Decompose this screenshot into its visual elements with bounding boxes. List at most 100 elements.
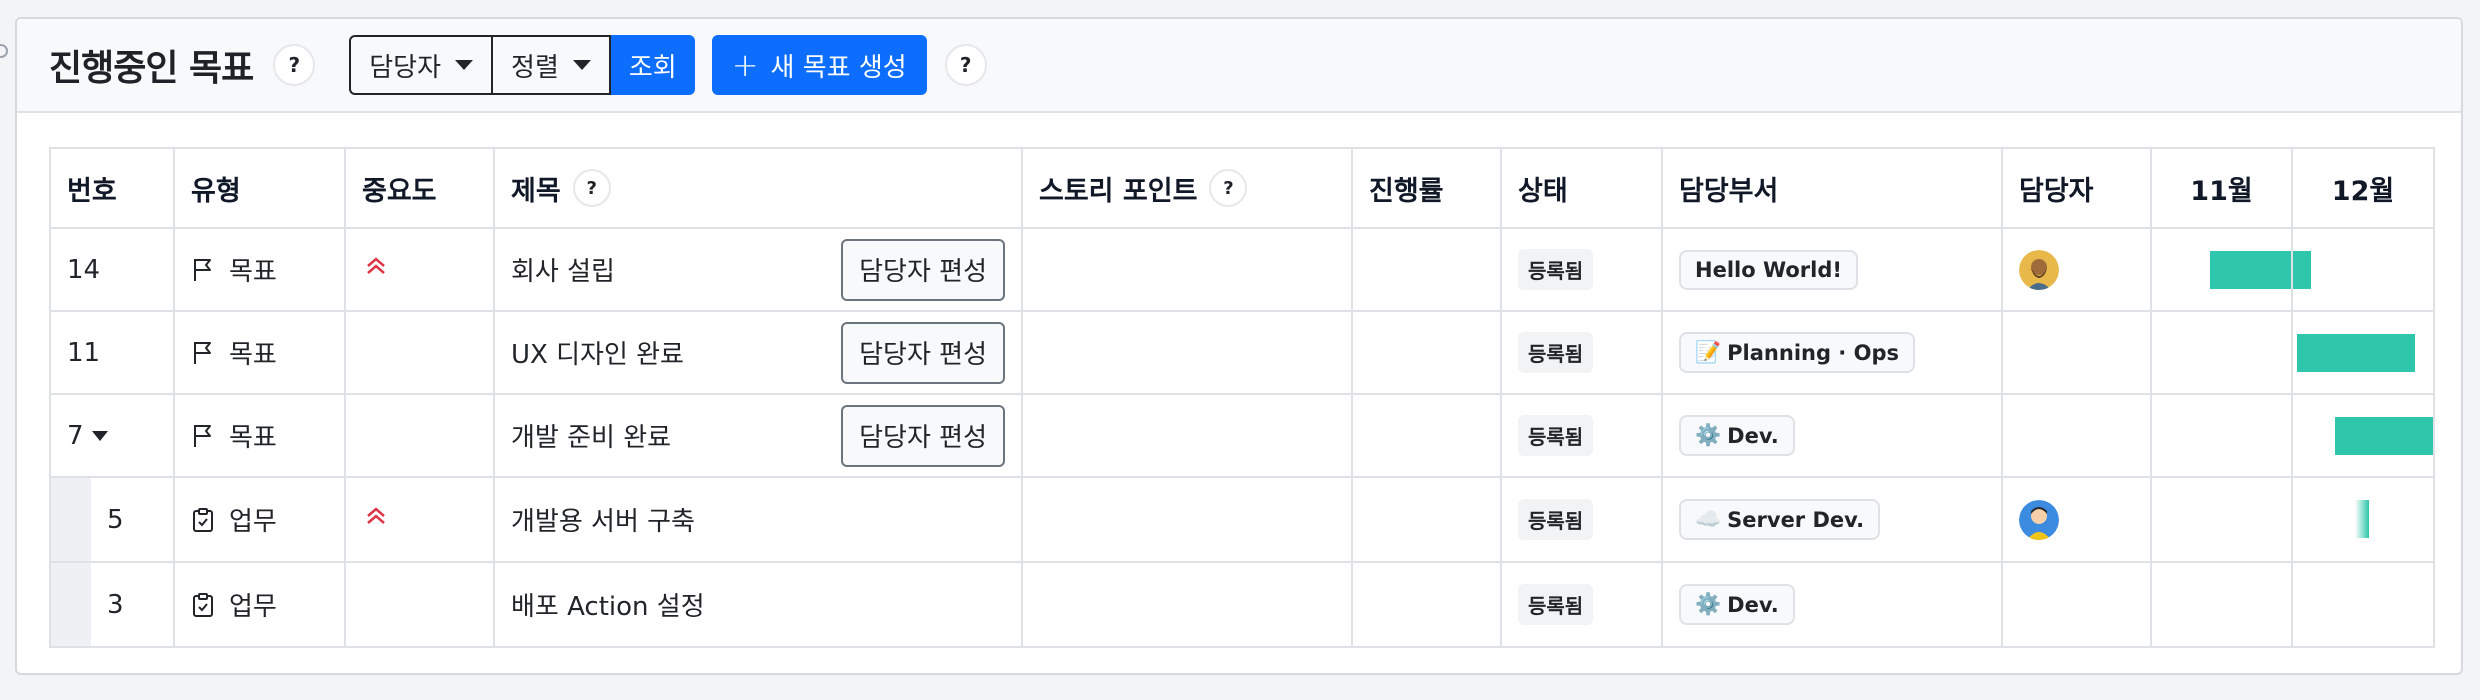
gantt-bar[interactable]: [2294, 251, 2311, 289]
flag-icon: [194, 258, 211, 281]
goals-panel: 진행중인 목표 ? 담당자 정렬 조회 + 새 목표 생성 ? 번호 유형 중요…: [15, 17, 2463, 675]
row-progress: [1351, 227, 1502, 312]
avatar[interactable]: [2019, 499, 2059, 540]
row-title-text[interactable]: 개발용 서버 구축: [511, 501, 695, 538]
department-badge[interactable]: ⚙️ Dev.: [1679, 415, 1795, 456]
gantt-bar[interactable]: [2335, 417, 2432, 455]
row-assignee: [2001, 310, 2152, 395]
row-title-text[interactable]: UX 디자인 완료: [511, 334, 684, 371]
department-label: Dev.: [1727, 423, 1779, 448]
row-priority: [344, 227, 495, 312]
gantt-cell-nov: [2150, 310, 2293, 395]
new-goal-button-label: 새 목표 생성: [770, 52, 907, 83]
row-assignee: [2001, 227, 2152, 312]
col-header-story-points-label: 스토리 포인트: [1039, 175, 1198, 207]
row-priority: [344, 561, 495, 648]
gantt-cell-dec: [2291, 227, 2435, 312]
status-badge: 등록됨: [1518, 584, 1594, 625]
title-help-icon[interactable]: ?: [273, 44, 316, 86]
col-header-priority[interactable]: 중요도: [344, 147, 495, 229]
department-badge[interactable]: ⚙️ Dev.: [1679, 584, 1795, 625]
row-story-points: [1021, 310, 1353, 395]
row-department: ☁️ Server Dev.: [1661, 476, 2003, 563]
row-priority: [344, 476, 495, 563]
row-type: 목표: [173, 393, 346, 478]
row-progress: [1351, 476, 1502, 563]
gantt-cell-dec: [2291, 476, 2435, 563]
gantt-cell-nov: [2150, 227, 2293, 312]
assignee-dropdown[interactable]: 담당자: [349, 35, 494, 95]
edit-assignee-button[interactable]: 담당자 편성: [841, 404, 1005, 467]
col-header-month-2: 12월: [2291, 147, 2435, 229]
double-chevron-up-icon: [367, 507, 385, 524]
gantt-bar[interactable]: [2297, 334, 2415, 372]
row-title: 배포 Action 설정: [493, 561, 1023, 648]
row-priority: [344, 310, 495, 395]
table-row[interactable]: 7 목표 개발 준비 완료 담당자 편성 등록됨 ⚙️ Dev.: [49, 393, 2435, 478]
panel-header: 진행중인 목표 ? 담당자 정렬 조회 + 새 목표 생성 ?: [17, 19, 2461, 113]
story-points-help-icon[interactable]: ?: [1209, 169, 1248, 207]
department-badge[interactable]: 📝 Planning · Ops: [1679, 332, 1915, 373]
chevron-down-icon: [455, 60, 474, 70]
col-header-progress[interactable]: 진행률: [1351, 147, 1502, 229]
row-status: 등록됨: [1500, 393, 1663, 478]
table-row[interactable]: 11 목표 UX 디자인 완료 담당자 편성 등록됨 �: [49, 310, 2435, 395]
table-row[interactable]: 5 업무 개발용 서버 구축 등록됨 ☁️ Server Dev.: [49, 476, 2435, 563]
table-row[interactable]: 14 목표 회사 설립 담당자 편성 등록됨 Hello World!: [49, 227, 2435, 312]
row-number: 14: [49, 227, 175, 312]
col-header-type[interactable]: 유형: [173, 147, 346, 229]
col-header-story-points[interactable]: 스토리 포인트 ?: [1021, 147, 1353, 229]
department-badge[interactable]: Hello World!: [1679, 249, 1858, 290]
row-story-points: [1021, 393, 1353, 478]
child-indent: [51, 563, 91, 646]
avatar[interactable]: [2019, 249, 2059, 290]
department-badge[interactable]: ☁️ Server Dev.: [1679, 499, 1881, 540]
row-department: ⚙️ Dev.: [1661, 393, 2003, 478]
row-title-text[interactable]: 배포 Action 설정: [511, 586, 705, 623]
row-type-label: 목표: [229, 340, 277, 370]
col-header-number[interactable]: 번호: [49, 147, 175, 229]
row-assignee: [2001, 561, 2152, 648]
expand-caret-icon[interactable]: [91, 430, 108, 441]
title-col-help-icon[interactable]: ?: [572, 169, 611, 207]
new-goal-button[interactable]: + 새 목표 생성: [711, 35, 927, 95]
gantt-bar[interactable]: [2210, 251, 2290, 289]
edit-assignee-button[interactable]: 담당자 편성: [841, 321, 1005, 384]
row-title-text[interactable]: 회사 설립: [511, 251, 615, 288]
col-header-department[interactable]: 담당부서: [1661, 147, 2003, 229]
gantt-cell-dec: [2291, 393, 2435, 478]
row-type: 목표: [173, 310, 346, 395]
row-number-label: 7: [67, 420, 84, 451]
row-story-points: [1021, 476, 1353, 563]
col-header-status[interactable]: 상태: [1500, 147, 1663, 229]
sort-dropdown[interactable]: 정렬: [493, 35, 611, 95]
row-title-text[interactable]: 개발 준비 완료: [511, 417, 671, 454]
row-type-label: 업무: [229, 592, 277, 622]
col-header-title[interactable]: 제목 ?: [493, 147, 1023, 229]
department-label: Dev.: [1727, 592, 1779, 617]
row-story-points: [1021, 227, 1353, 312]
gantt-bar[interactable]: [2355, 500, 2369, 538]
row-type: 업무: [173, 561, 346, 648]
row-progress: [1351, 310, 1502, 395]
row-department: ⚙️ Dev.: [1661, 561, 2003, 648]
query-button[interactable]: 조회: [610, 35, 695, 95]
flag-icon: [194, 341, 211, 364]
department-label: Server Dev.: [1727, 507, 1865, 532]
row-department: Hello World!: [1661, 227, 2003, 312]
gantt-cell-nov: [2150, 561, 2293, 648]
row-title: 개발용 서버 구축: [493, 476, 1023, 563]
table-row[interactable]: 3 업무 배포 Action 설정 등록됨 ⚙️ Dev.: [49, 561, 2435, 648]
panel-edge-handle: [0, 44, 8, 58]
row-progress: [1351, 561, 1502, 648]
row-number-label: 3: [107, 589, 124, 620]
new-goal-help-icon[interactable]: ?: [944, 44, 987, 86]
row-number: 5: [49, 476, 175, 563]
row-type-label: 목표: [229, 257, 277, 287]
col-header-assignee[interactable]: 담당자: [2001, 147, 2152, 229]
department-label: Hello World!: [1695, 257, 1842, 282]
row-type: 업무: [173, 476, 346, 563]
memo-icon: 📝: [1695, 340, 1722, 364]
gantt-cell-nov: [2150, 393, 2293, 478]
edit-assignee-button[interactable]: 담당자 편성: [841, 238, 1005, 301]
